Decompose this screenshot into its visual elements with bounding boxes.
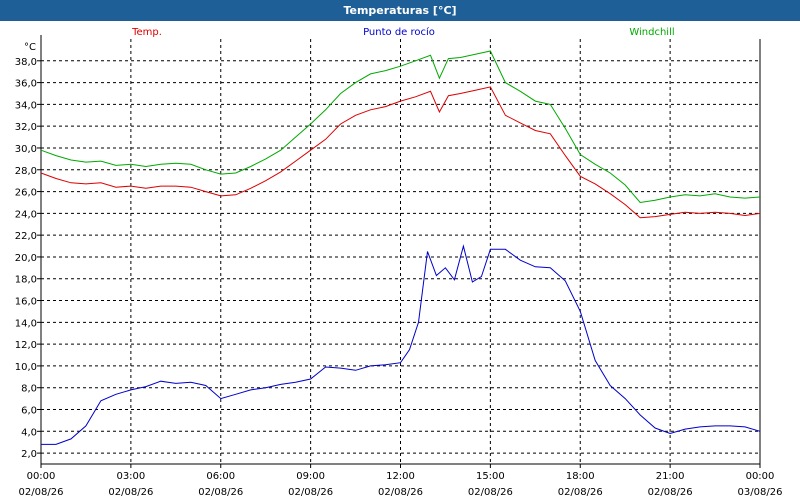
y-tick-label: 14,0 bbox=[15, 318, 37, 329]
y-tick-label: 36,0 bbox=[15, 79, 37, 90]
x-tick-label-time: 15:00 bbox=[476, 471, 505, 482]
y-tick-label: 32,0 bbox=[15, 122, 37, 133]
legend-entry: Punto de rocío bbox=[363, 26, 435, 38]
x-tick-label-date: 02/08/26 bbox=[288, 487, 333, 498]
x-tick-label-date: 02/08/26 bbox=[108, 487, 153, 498]
temperature-chart[interactable]: 2,0 4,0 6,0 8,0 10,0 12,0 14,0 16,0 18,0 20,0 22,0… bbox=[0, 21, 800, 500]
y-tick-label: 16,0 bbox=[15, 297, 37, 308]
y-tick-label: 2,0 bbox=[21, 449, 37, 460]
x-tick-label-date: 02/08/26 bbox=[468, 487, 513, 498]
x-tick-label-time: 06:00 bbox=[206, 471, 235, 482]
y-tick-label: 18,0 bbox=[15, 275, 37, 286]
y-tick-label: 20,0 bbox=[15, 253, 37, 264]
y-unit-label: °C bbox=[24, 42, 36, 53]
chart-title: Temperaturas [°C] bbox=[0, 0, 800, 21]
y-tick-label: 30,0 bbox=[15, 144, 37, 155]
y-tick-label: 6,0 bbox=[21, 406, 37, 417]
x-tick-label-time: 12:00 bbox=[386, 471, 415, 482]
x-tick-label-date: 02/08/26 bbox=[378, 487, 423, 498]
x-tick-label-date: 02/08/26 bbox=[19, 487, 64, 498]
y-tick-label: 34,0 bbox=[15, 100, 37, 111]
y-tick-label: 10,0 bbox=[15, 362, 37, 373]
x-tick-label-time: 21:00 bbox=[656, 471, 685, 482]
x-tick-label-time: 00:00 bbox=[746, 471, 775, 482]
x-tick-label-time: 18:00 bbox=[566, 471, 595, 482]
x-tick-label-time: 09:00 bbox=[296, 471, 325, 482]
y-tick-label: 22,0 bbox=[15, 231, 37, 242]
x-tick-label-date: 02/08/26 bbox=[558, 487, 603, 498]
y-tick-label: 38,0 bbox=[15, 57, 37, 68]
y-tick-label: 12,0 bbox=[15, 340, 37, 351]
y-tick-label: 4,0 bbox=[21, 427, 37, 438]
y-tick-label: 28,0 bbox=[15, 166, 37, 177]
x-tick-label-time: 03:00 bbox=[116, 471, 145, 482]
legend-entry: Temp. bbox=[131, 27, 162, 38]
x-tick-label-date: 02/08/26 bbox=[198, 487, 243, 498]
y-tick-label: 24,0 bbox=[15, 209, 37, 220]
x-tick-label-date: 03/08/26 bbox=[738, 487, 783, 498]
y-tick-label: 8,0 bbox=[21, 384, 37, 395]
x-tick-label-time: 00:00 bbox=[27, 471, 56, 482]
y-tick-label: 26,0 bbox=[15, 188, 37, 199]
x-tick-label-date: 02/08/26 bbox=[648, 487, 693, 498]
legend-entry: Windchill bbox=[629, 27, 674, 38]
